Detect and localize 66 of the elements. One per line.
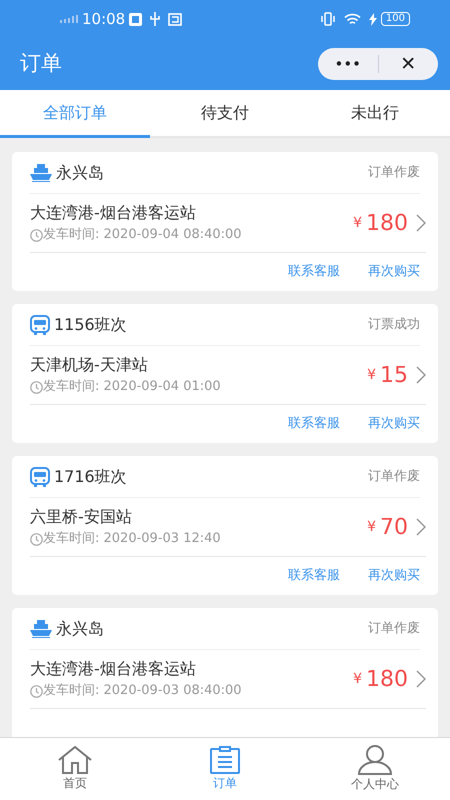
contact-service-link[interactable]: 联系客服 (288, 262, 340, 282)
ship-icon (30, 164, 52, 182)
price: 180 (366, 210, 408, 238)
order-status: 订单作废 (368, 620, 420, 638)
clipboard-icon (209, 746, 241, 774)
nav-tab[interactable]: 个人中心 (300, 738, 450, 800)
bus-icon (30, 466, 50, 486)
price: 70 (380, 514, 408, 542)
departure-time: 发车时间: 2020-09-03 12:40 (43, 530, 221, 548)
departure-time: 发车时间: 2020-09-04 01:00 (43, 378, 221, 396)
more-button[interactable]: ••• (318, 48, 378, 80)
signal-icon (60, 15, 78, 23)
bus-icon (30, 314, 50, 334)
clock-icon (30, 380, 43, 394)
nav-tab[interactable]: 订单 (150, 738, 300, 800)
tab[interactable]: 未出行 (300, 90, 450, 138)
departure-time: 发车时间: 2020-09-03 08:40:00 (43, 682, 242, 700)
trip-name: 永兴岛 (56, 618, 105, 640)
order-status: 订单作废 (368, 468, 420, 486)
home-icon (57, 746, 93, 774)
person-icon (357, 745, 393, 775)
nav-tab[interactable]: 首页 (0, 738, 150, 800)
page-title: 订单 (20, 50, 63, 78)
currency-symbol: ¥ (353, 670, 362, 688)
chevron-right-icon (416, 518, 426, 536)
status-time: 10:08 (82, 8, 126, 30)
price: 180 (366, 666, 408, 694)
order-status: 订票成功 (368, 316, 420, 334)
ship-icon (30, 620, 52, 638)
close-button[interactable]: ✕ (378, 48, 438, 80)
order-card[interactable]: 永兴岛 订单作废 大连湾港-烟台港客运站 发车时间: 2020-09-04 08:40:00 ¥ 180 联系客服 再次购买 (12, 152, 438, 291)
contact-service-link[interactable]: 联系客服 (288, 566, 340, 586)
clock-icon (30, 228, 43, 242)
order-status: 订单作废 (368, 164, 420, 182)
charging-icon (368, 12, 377, 26)
trip-name: 永兴岛 (56, 162, 105, 184)
currency-symbol: ¥ (367, 366, 376, 384)
usb-icon (150, 12, 160, 26)
clock-icon (30, 532, 43, 546)
battery-icon: 100 (380, 12, 410, 26)
buy-again-link[interactable]: 再次购买 (368, 414, 420, 434)
route-text: 大连湾港-烟台港客运站 (30, 658, 197, 680)
wifi-icon (344, 12, 361, 26)
trip-name: 1156班次 (54, 314, 128, 336)
clock-icon (30, 684, 43, 698)
order-card[interactable]: 1716班次 订单作废 六里桥-安国站 发车时间: 2020-09-03 12:40 ¥ 70 联系客服 再次购买 (12, 456, 438, 595)
buy-again-link[interactable]: 再次购买 (368, 262, 420, 282)
contact-service-link[interactable]: 联系客服 (288, 414, 340, 434)
currency-symbol: ¥ (353, 214, 362, 232)
order-card[interactable]: 1156班次 订票成功 天津机场-天津站 发车时间: 2020-09-04 01:00 ¥ 15 联系客服 再次购买 (12, 304, 438, 443)
chevron-right-icon (416, 670, 426, 688)
route-text: 六里桥-安国站 (30, 506, 133, 528)
trip-name: 1716班次 (54, 466, 128, 488)
route-text: 天津机场-天津站 (30, 354, 149, 376)
tab[interactable]: 待支付 (150, 90, 300, 138)
notification-icon (129, 12, 142, 26)
order-card[interactable]: 永兴岛 订单作废 大连湾港-烟台港客运站 发车时间: 2020-09-03 08:40:00 ¥ 180 (12, 608, 438, 737)
chevron-right-icon (416, 214, 426, 232)
chevron-right-icon (416, 366, 426, 384)
screenshot-icon (168, 12, 182, 26)
price: 15 (380, 362, 408, 390)
vibrate-icon (320, 12, 336, 26)
route-text: 大连湾港-烟台港客运站 (30, 202, 197, 224)
currency-symbol: ¥ (367, 518, 376, 536)
buy-again-link[interactable]: 再次购买 (368, 566, 420, 586)
departure-time: 发车时间: 2020-09-04 08:40:00 (43, 226, 242, 244)
